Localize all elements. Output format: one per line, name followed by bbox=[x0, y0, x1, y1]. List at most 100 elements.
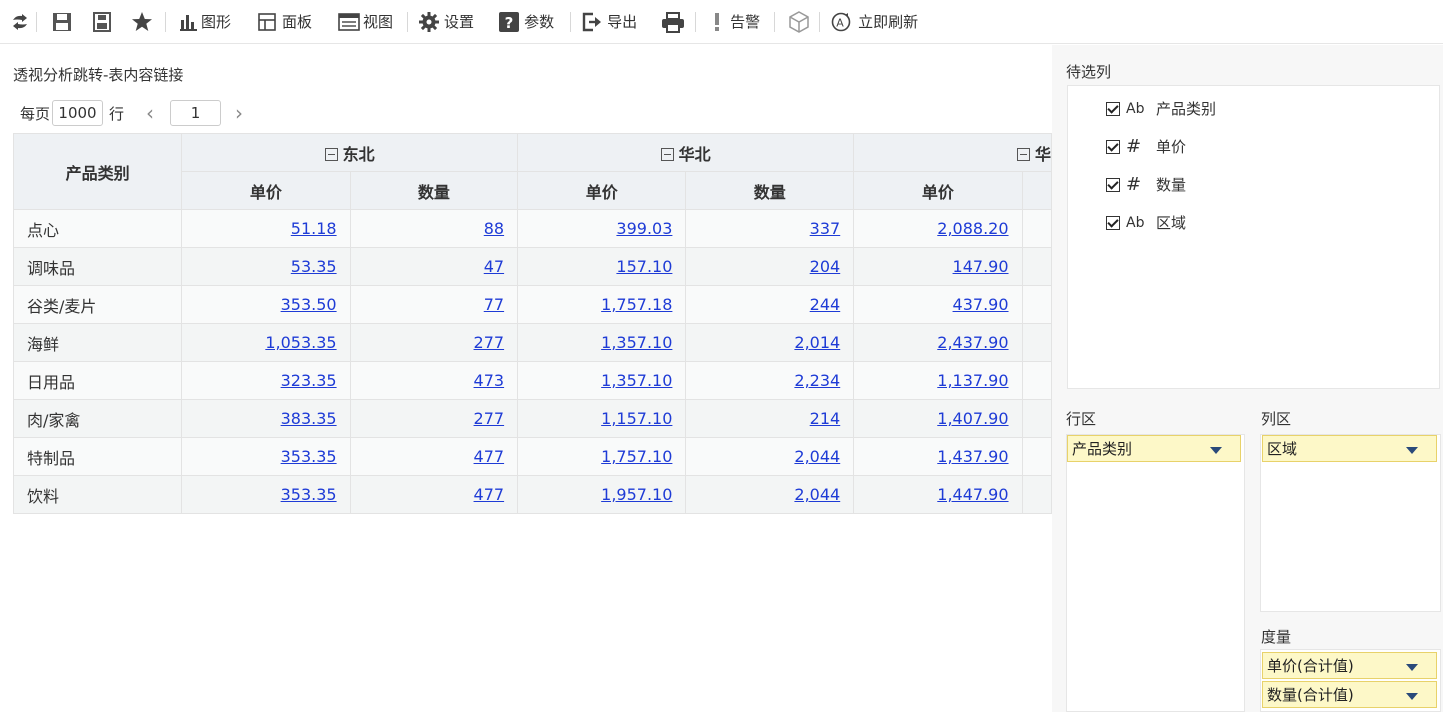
value-link[interactable]: 53.35 bbox=[291, 257, 337, 276]
overflow-cell bbox=[1021, 209, 1052, 248]
checkbox[interactable] bbox=[1106, 177, 1120, 192]
checkbox[interactable] bbox=[1106, 139, 1120, 154]
overflow-cell bbox=[1021, 437, 1052, 476]
value-link[interactable]: 2,044 bbox=[794, 485, 840, 504]
measure-chip[interactable]: 单价(合计值) bbox=[1262, 652, 1437, 679]
settings-button[interactable]: 设置 bbox=[418, 0, 474, 44]
value-link[interactable]: 1,157.10 bbox=[601, 409, 672, 428]
value-link[interactable]: 2,437.90 bbox=[937, 333, 1008, 352]
value-link[interactable]: 1,757.18 bbox=[601, 295, 672, 314]
page-size-input[interactable]: 1000 bbox=[52, 100, 104, 126]
view-button[interactable]: 视图 bbox=[338, 0, 393, 44]
value-link[interactable]: 1,137.90 bbox=[937, 371, 1008, 390]
value-cell: 47 bbox=[349, 247, 519, 286]
value-link[interactable]: 437.90 bbox=[953, 295, 1009, 314]
value-link[interactable]: 277 bbox=[474, 333, 505, 352]
row-zone[interactable] bbox=[1066, 434, 1245, 712]
value-link[interactable]: 88 bbox=[484, 219, 504, 238]
value-link[interactable]: 1,053.35 bbox=[265, 333, 336, 352]
row-label-cell: 饮料 bbox=[12, 475, 183, 514]
page-number-input[interactable]: 1 bbox=[170, 100, 222, 126]
save-button[interactable] bbox=[51, 0, 73, 44]
field-item[interactable]: # 数量 bbox=[1106, 174, 1186, 195]
export-button[interactable]: 导出 bbox=[581, 0, 637, 44]
value-link[interactable]: 47 bbox=[484, 257, 504, 276]
value-link[interactable]: 2,234 bbox=[794, 371, 840, 390]
group-header-cell[interactable]: 华 bbox=[853, 133, 1052, 172]
value-link[interactable]: 277 bbox=[474, 409, 505, 428]
value-link[interactable]: 353.35 bbox=[281, 447, 337, 466]
collapse-icon[interactable] bbox=[660, 147, 674, 161]
pager-suffix: 行 bbox=[109, 104, 125, 123]
value-cell: 473 bbox=[349, 361, 519, 400]
measure-chip[interactable]: 数量(合计值) bbox=[1262, 681, 1437, 708]
cube-icon bbox=[787, 10, 811, 34]
value-link[interactable]: 204 bbox=[810, 257, 841, 276]
value-cell: 1,447.90 bbox=[853, 475, 1023, 514]
value-link[interactable]: 337 bbox=[810, 219, 841, 238]
params-button[interactable]: ? 参数 bbox=[498, 0, 554, 44]
value-link[interactable]: 477 bbox=[474, 447, 505, 466]
value-link[interactable]: 323.35 bbox=[281, 371, 337, 390]
collapse-icon[interactable] bbox=[324, 147, 338, 161]
field-panel: 待选列 Ab 产品类别 # 单价 # 数量 Ab 区域 行区 列区 产品类别 区… bbox=[1052, 45, 1443, 712]
checkbox[interactable] bbox=[1106, 215, 1120, 230]
panel-button[interactable]: 面板 bbox=[257, 0, 312, 44]
value-link[interactable]: 2,044 bbox=[794, 447, 840, 466]
value-link[interactable]: 51.18 bbox=[291, 219, 337, 238]
print-button[interactable] bbox=[661, 0, 685, 44]
collapse-icon[interactable] bbox=[1016, 147, 1030, 161]
value-cell: 147.90 bbox=[853, 247, 1023, 286]
row-label-cell: 谷类/麦片 bbox=[12, 285, 183, 324]
refresh-button[interactable]: A 立即刷新 bbox=[830, 0, 918, 44]
dropdown-arrow-icon[interactable] bbox=[1406, 664, 1418, 671]
value-link[interactable]: 399.03 bbox=[616, 219, 672, 238]
value-link[interactable]: 1,957.10 bbox=[601, 485, 672, 504]
field-item[interactable]: Ab 产品类别 bbox=[1106, 98, 1216, 119]
value-link[interactable]: 244 bbox=[810, 295, 841, 314]
value-link[interactable]: 1,357.10 bbox=[601, 371, 672, 390]
value-link[interactable]: 353.50 bbox=[281, 295, 337, 314]
field-item[interactable]: # 单价 bbox=[1106, 136, 1186, 157]
dropdown-arrow-icon[interactable] bbox=[1210, 447, 1222, 454]
value-link[interactable]: 1,447.90 bbox=[937, 485, 1008, 504]
checkbox[interactable] bbox=[1106, 101, 1120, 116]
group-header-cell[interactable]: 华北 bbox=[517, 133, 855, 172]
value-link[interactable]: 1,757.10 bbox=[601, 447, 672, 466]
star-icon bbox=[131, 11, 153, 33]
save-as-button[interactable] bbox=[91, 0, 113, 44]
col-field-label: 区域 bbox=[1267, 440, 1298, 458]
row-field-chip[interactable]: 产品类别 bbox=[1067, 435, 1241, 462]
dropdown-arrow-icon[interactable] bbox=[1406, 447, 1418, 454]
group-header-cell[interactable]: 东北 bbox=[181, 133, 519, 172]
graph-button[interactable]: 图形 bbox=[178, 0, 231, 44]
value-link[interactable]: 77 bbox=[484, 295, 504, 314]
value-link[interactable]: 214 bbox=[810, 409, 841, 428]
value-link[interactable]: 147.90 bbox=[953, 257, 1009, 276]
value-link[interactable]: 477 bbox=[474, 485, 505, 504]
value-link[interactable]: 2,088.20 bbox=[937, 219, 1008, 238]
value-cell: 2,437.90 bbox=[853, 323, 1023, 362]
value-link[interactable]: 383.35 bbox=[281, 409, 337, 428]
value-link[interactable]: 157.10 bbox=[616, 257, 672, 276]
field-name: 单价 bbox=[1156, 138, 1187, 156]
prev-page-icon[interactable]: ‹ bbox=[146, 101, 154, 125]
svg-text:?: ? bbox=[505, 14, 514, 32]
switch-button[interactable] bbox=[10, 0, 30, 44]
alert-button[interactable]: 告警 bbox=[712, 0, 760, 44]
favorite-button[interactable] bbox=[131, 0, 153, 44]
value-link[interactable]: 1,357.10 bbox=[601, 333, 672, 352]
view-label: 视图 bbox=[363, 13, 394, 31]
value-link[interactable]: 353.35 bbox=[281, 485, 337, 504]
value-link[interactable]: 2,014 bbox=[794, 333, 840, 352]
table-row: 调味品 53.35 47 157.10 204 147.90 bbox=[12, 247, 1052, 286]
field-item[interactable]: Ab 区域 bbox=[1106, 212, 1186, 233]
value-cell: 277 bbox=[349, 399, 519, 438]
next-page-icon[interactable]: › bbox=[235, 101, 243, 125]
dropdown-arrow-icon[interactable] bbox=[1406, 693, 1418, 700]
value-link[interactable]: 1,437.90 bbox=[937, 447, 1008, 466]
value-link[interactable]: 473 bbox=[474, 371, 505, 390]
col-field-chip[interactable]: 区域 bbox=[1262, 435, 1437, 462]
cube-button[interactable] bbox=[787, 0, 811, 44]
value-link[interactable]: 1,407.90 bbox=[937, 409, 1008, 428]
